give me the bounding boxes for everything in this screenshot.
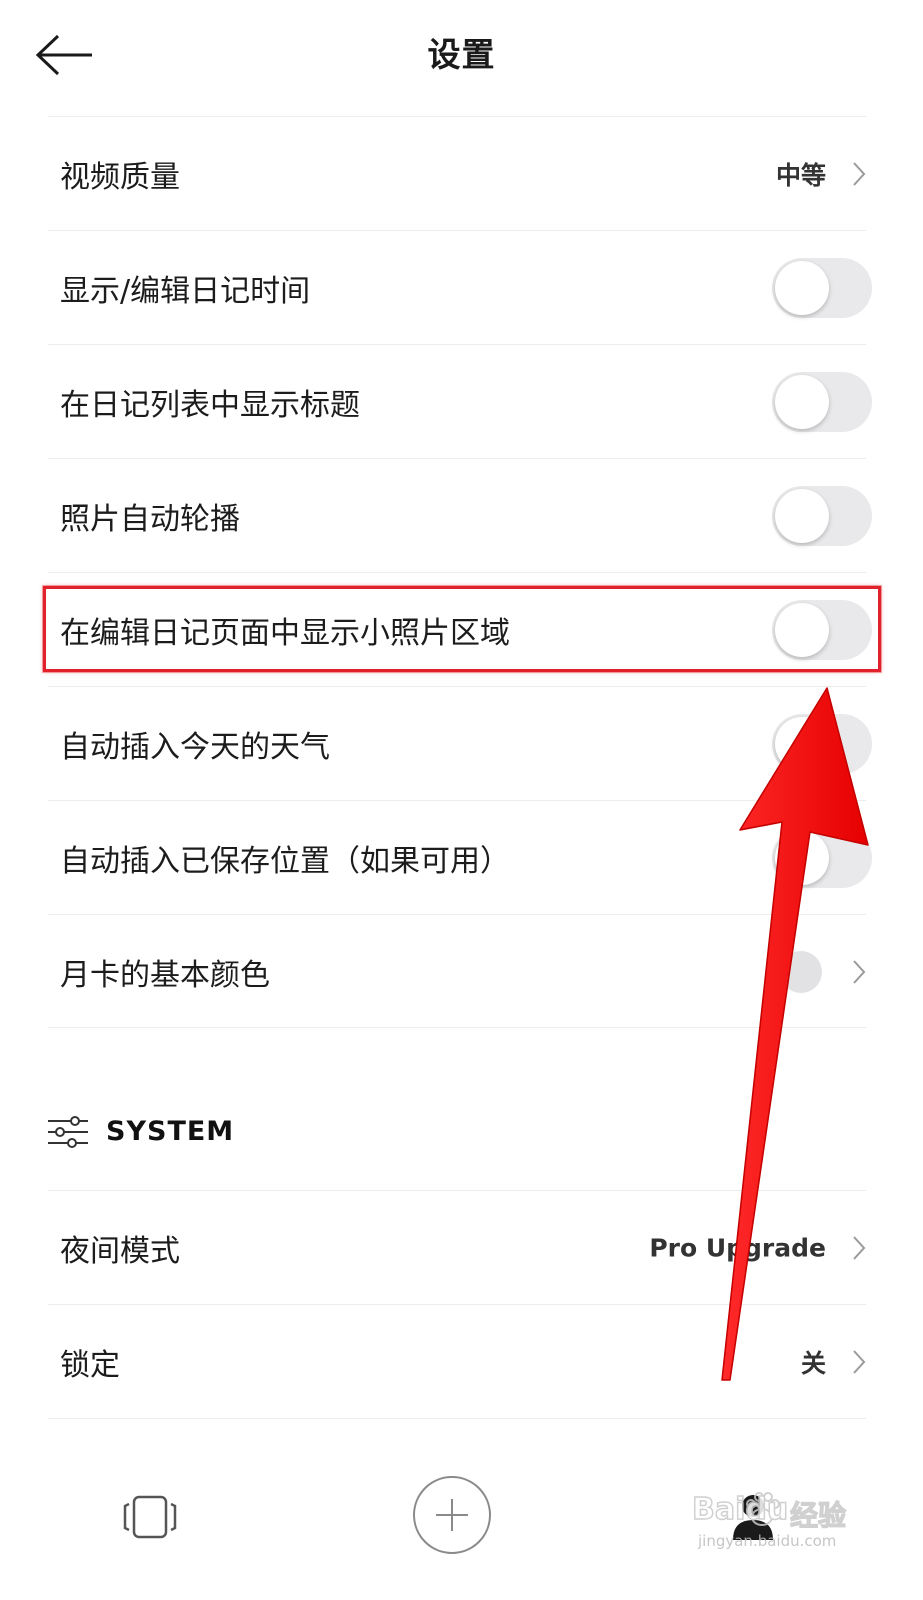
page-title: 设置 xyxy=(427,35,496,74)
toggle-knob xyxy=(775,488,829,543)
toggle-knob xyxy=(775,830,829,885)
watermark-url: jingyan.baidu.com xyxy=(698,1532,837,1550)
video-quality-label: 视频质量 xyxy=(60,159,180,195)
insert-weather-toggle[interactable] xyxy=(772,713,872,774)
insert-weather-label: 自动插入今天的天气 xyxy=(60,729,330,765)
lock-label: 锁定 xyxy=(60,1347,120,1383)
month-card-color-label: 月卡的基本颜色 xyxy=(60,957,270,993)
show-title-in-list-row: 在日记列表中显示标题 xyxy=(48,344,872,458)
toggle-knob xyxy=(775,374,829,429)
navigation-header: 设置 xyxy=(0,0,923,116)
show-title-in-list-toggle[interactable] xyxy=(772,371,872,432)
show-edit-time-label: 显示/编辑日记时间 xyxy=(60,273,311,309)
night-mode-row[interactable]: 夜间模式 Pro Upgrade xyxy=(48,1190,866,1304)
night-mode-value: Pro Upgrade xyxy=(649,1233,826,1262)
month-card-color-row[interactable]: 月卡的基本颜色 xyxy=(48,914,866,1028)
watermark-suffix: 经验 xyxy=(789,1498,847,1532)
show-title-in-list-label: 在日记列表中显示标题 xyxy=(60,387,360,423)
photo-carousel-label: 照片自动轮播 xyxy=(60,501,240,537)
tabbar-fade xyxy=(0,1420,923,1462)
insert-location-row: 自动插入已保存位置（如果可用） xyxy=(48,800,872,914)
system-section-header: SYSTEM xyxy=(48,1110,448,1156)
lock-row[interactable]: 锁定 关 xyxy=(48,1304,866,1418)
show-edit-time-row: 显示/编辑日记时间 xyxy=(48,230,872,344)
chevron-right-icon xyxy=(853,1349,866,1374)
video-quality-row[interactable]: 视频质量 中等 xyxy=(48,116,866,230)
photo-carousel-toggle[interactable] xyxy=(772,485,872,546)
night-mode-label: 夜间模式 xyxy=(60,1233,180,1269)
video-quality-value: 中等 xyxy=(775,160,826,190)
cards-icon xyxy=(123,1495,177,1539)
watermark-brand: Baidu xyxy=(691,1491,789,1528)
toggle-knob xyxy=(775,260,829,315)
cards-tab-button[interactable] xyxy=(120,1492,180,1542)
add-icon xyxy=(413,1476,491,1554)
show-edit-time-toggle[interactable] xyxy=(772,257,872,318)
insert-location-label: 自动插入已保存位置（如果可用） xyxy=(60,843,510,879)
system-section-title: SYSTEM xyxy=(106,1116,235,1147)
baidu-watermark: Baidu 经验 jingyan.baidu.com xyxy=(690,1488,870,1554)
add-entry-button[interactable] xyxy=(411,1474,493,1556)
chevron-right-icon xyxy=(853,959,866,984)
insert-weather-row: 自动插入今天的天气 xyxy=(48,686,872,800)
lock-value: 关 xyxy=(800,1348,826,1378)
toggle-knob xyxy=(775,716,829,771)
color-swatch xyxy=(780,950,822,993)
sliders-icon xyxy=(48,1116,88,1148)
photo-carousel-row: 照片自动轮播 xyxy=(48,458,872,572)
chevron-right-icon xyxy=(853,161,866,186)
insert-location-toggle[interactable] xyxy=(772,827,872,888)
highlight-box xyxy=(43,586,881,672)
divider xyxy=(48,1027,866,1028)
chevron-right-icon xyxy=(853,1235,866,1260)
